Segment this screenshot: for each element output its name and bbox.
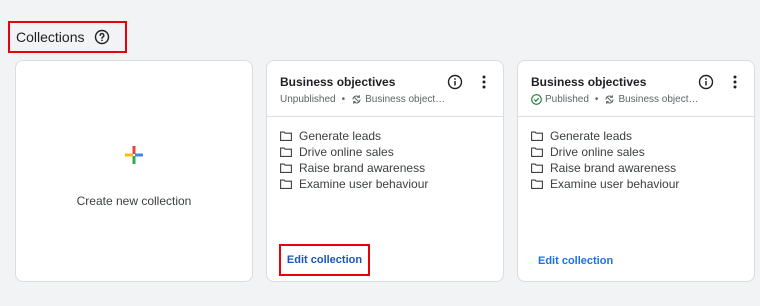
item-label: Raise brand awareness bbox=[299, 161, 426, 175]
item-label: Examine user behaviour bbox=[550, 177, 680, 191]
create-collection-card[interactable]: Create new collection bbox=[15, 60, 253, 282]
item-label: Raise brand awareness bbox=[550, 161, 677, 175]
collection-meta: Published • Business object… bbox=[531, 94, 698, 105]
folder-icon bbox=[280, 131, 292, 141]
list-item: Raise brand awareness bbox=[280, 160, 428, 176]
sync-icon bbox=[604, 94, 615, 105]
list-item: Generate leads bbox=[280, 128, 428, 144]
list-item: Examine user behaviour bbox=[531, 176, 679, 192]
collection-meta: Unpublished • Business object… bbox=[280, 94, 445, 105]
folder-icon bbox=[531, 179, 543, 189]
folder-icon bbox=[531, 147, 543, 157]
status-badge: Unpublished bbox=[280, 94, 336, 105]
folder-icon bbox=[531, 131, 543, 141]
item-label: Generate leads bbox=[550, 129, 633, 143]
status-badge: Published bbox=[545, 94, 589, 105]
edit-collection-link[interactable]: Edit collection bbox=[538, 255, 613, 267]
edit-collection-link[interactable]: Edit collection bbox=[287, 254, 362, 266]
info-icon[interactable] bbox=[698, 74, 714, 95]
folder-icon bbox=[280, 147, 292, 157]
collection-card-header: Business objectives Unpublished • Busine… bbox=[267, 61, 503, 117]
collection-source: Business object… bbox=[365, 94, 446, 105]
collection-items: Generate leads Drive online sales Raise … bbox=[280, 128, 428, 192]
collection-card-header: Business objectives Published • Business… bbox=[518, 61, 754, 117]
check-circle-icon bbox=[531, 94, 542, 105]
sync-icon bbox=[351, 94, 362, 105]
collection-card: Business objectives Published • Business… bbox=[517, 60, 755, 282]
edit-collection-highlight: Edit collection bbox=[279, 244, 370, 276]
folder-icon bbox=[280, 179, 292, 189]
more-vert-icon[interactable] bbox=[732, 74, 738, 95]
collections-header: Collections bbox=[8, 21, 127, 53]
collection-title: Business objectives bbox=[280, 75, 396, 89]
more-vert-icon[interactable] bbox=[481, 74, 487, 95]
info-icon[interactable] bbox=[447, 74, 463, 95]
help-circle-icon[interactable] bbox=[94, 29, 110, 45]
separator-dot: • bbox=[594, 94, 599, 105]
plus-icon bbox=[124, 145, 144, 170]
collection-source: Business object… bbox=[618, 94, 699, 105]
item-label: Drive online sales bbox=[550, 145, 645, 159]
create-collection-label: Create new collection bbox=[76, 194, 192, 208]
page-title: Collections bbox=[16, 29, 85, 45]
list-item: Drive online sales bbox=[280, 144, 428, 160]
separator-dot: • bbox=[341, 94, 346, 105]
item-label: Drive online sales bbox=[299, 145, 394, 159]
list-item: Raise brand awareness bbox=[531, 160, 679, 176]
list-item: Drive online sales bbox=[531, 144, 679, 160]
item-label: Examine user behaviour bbox=[299, 177, 429, 191]
list-item: Generate leads bbox=[531, 128, 679, 144]
folder-icon bbox=[531, 163, 543, 173]
list-item: Examine user behaviour bbox=[280, 176, 428, 192]
item-label: Generate leads bbox=[299, 129, 382, 143]
collection-items: Generate leads Drive online sales Raise … bbox=[531, 128, 679, 192]
folder-icon bbox=[280, 163, 292, 173]
collection-title: Business objectives bbox=[531, 75, 647, 89]
